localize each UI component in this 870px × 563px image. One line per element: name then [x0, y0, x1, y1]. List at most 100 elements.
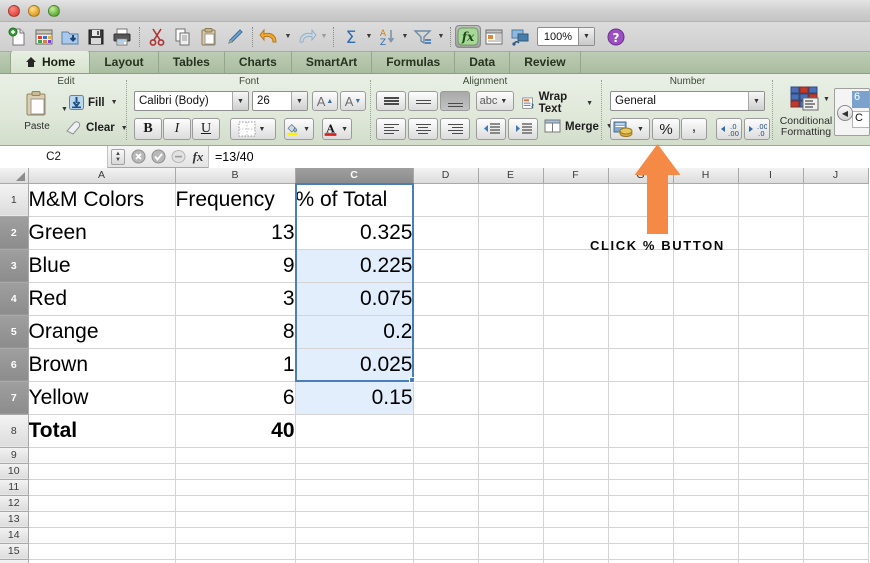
cell-c13[interactable]: [295, 511, 414, 528]
cell-c5[interactable]: 0.2: [295, 315, 414, 349]
cell-g10[interactable]: [608, 463, 674, 480]
tab-review[interactable]: Review: [510, 51, 581, 73]
cell-j9[interactable]: [803, 447, 869, 464]
cell-f9[interactable]: [543, 447, 609, 464]
cell-a14[interactable]: [28, 527, 176, 544]
cell-g1[interactable]: [608, 183, 674, 217]
cell-a16[interactable]: [28, 559, 176, 563]
formula-builder-icon[interactable]: fx: [455, 24, 481, 50]
align-center-button[interactable]: [408, 118, 438, 140]
cell-i2[interactable]: [738, 216, 804, 250]
align-top-button[interactable]: [376, 91, 406, 111]
cell-c1[interactable]: % of Total: [295, 183, 414, 217]
column-header-b[interactable]: B: [175, 168, 296, 184]
cell-b9[interactable]: [175, 447, 296, 464]
cell-a9[interactable]: [28, 447, 176, 464]
cell-f12[interactable]: [543, 495, 609, 512]
row-header-2[interactable]: 2: [0, 216, 29, 250]
font-color-dropdown-caret[interactable]: ▼: [338, 126, 351, 133]
worksheet-grid[interactable]: A B C D E F G H I J 1 M&M Colors Frequen…: [0, 168, 870, 563]
name-box[interactable]: C2: [0, 145, 108, 168]
cell-a6[interactable]: Brown: [28, 348, 176, 382]
row-header-5[interactable]: 5: [0, 315, 29, 349]
cell-c7[interactable]: 0.15: [295, 381, 414, 415]
cell-h12[interactable]: [673, 495, 739, 512]
cell-d7[interactable]: [413, 381, 479, 415]
align-left-button[interactable]: [376, 118, 406, 140]
name-box-stepper[interactable]: ▲ ▼: [111, 148, 125, 165]
gallery-collapse-button[interactable]: ◀: [837, 105, 853, 121]
cell-j6[interactable]: [803, 348, 869, 382]
cell-b2[interactable]: 13: [175, 216, 296, 250]
tab-tables[interactable]: Tables: [159, 51, 225, 73]
fill-dropdown-caret[interactable]: ▼: [108, 99, 121, 106]
cell-e11[interactable]: [478, 479, 544, 496]
zoom-dropdown-caret[interactable]: ▼: [578, 28, 594, 45]
selection-fill-handle[interactable]: [409, 377, 415, 383]
wrap-text-button[interactable]: Wrap Text ▼: [522, 91, 596, 115]
fill-button[interactable]: Fill ▼: [68, 94, 121, 111]
zoom-window-button[interactable]: [48, 5, 60, 17]
cell-i16[interactable]: [738, 559, 804, 563]
cell-h3[interactable]: [673, 249, 739, 283]
new-from-template-icon[interactable]: [31, 24, 57, 50]
cell-g6[interactable]: [608, 348, 674, 382]
cell-h7[interactable]: [673, 381, 739, 415]
cell-b6[interactable]: 1: [175, 348, 296, 382]
cell-e15[interactable]: [478, 543, 544, 560]
filter-icon[interactable]: [410, 24, 436, 50]
row-header-10[interactable]: 10: [0, 463, 29, 480]
cell-a1[interactable]: M&M Colors: [28, 183, 176, 217]
cell-j3[interactable]: [803, 249, 869, 283]
media-browser-icon[interactable]: [507, 24, 533, 50]
row-header-13[interactable]: 13: [0, 511, 29, 528]
cell-h1[interactable]: [673, 183, 739, 217]
cell-j5[interactable]: [803, 315, 869, 349]
cell-e3[interactable]: [478, 249, 544, 283]
cell-h10[interactable]: [673, 463, 739, 480]
redo-icon[interactable]: [293, 24, 319, 50]
increase-indent-button[interactable]: [508, 118, 538, 140]
cell-c3[interactable]: 0.225: [295, 249, 414, 283]
cell-c6[interactable]: 0.025: [295, 348, 414, 382]
cell-e5[interactable]: [478, 315, 544, 349]
cell-j2[interactable]: [803, 216, 869, 250]
cell-e13[interactable]: [478, 511, 544, 528]
cell-e12[interactable]: [478, 495, 544, 512]
cell-f16[interactable]: [543, 559, 609, 563]
cell-b15[interactable]: [175, 543, 296, 560]
font-family-dropdown-caret[interactable]: ▼: [232, 92, 248, 110]
cell-c8[interactable]: [295, 414, 414, 448]
row-header-3[interactable]: 3: [0, 249, 29, 283]
sort-az-icon[interactable]: A Z: [374, 24, 400, 50]
print-icon[interactable]: [109, 24, 135, 50]
cell-g12[interactable]: [608, 495, 674, 512]
orientation-dropdown-caret[interactable]: ▼: [497, 98, 510, 105]
cell-a15[interactable]: [28, 543, 176, 560]
align-bottom-button[interactable]: [440, 91, 470, 111]
cell-c15[interactable]: [295, 543, 414, 560]
save-icon[interactable]: [83, 24, 109, 50]
cell-i11[interactable]: [738, 479, 804, 496]
cell-i1[interactable]: [738, 183, 804, 217]
cell-g7[interactable]: [608, 381, 674, 415]
cell-g14[interactable]: [608, 527, 674, 544]
cell-a13[interactable]: [28, 511, 176, 528]
tab-smartart[interactable]: SmartArt: [292, 51, 373, 73]
cell-a12[interactable]: [28, 495, 176, 512]
font-color-button[interactable]: A ▼: [322, 118, 352, 140]
increase-font-size-button[interactable]: A ▲: [312, 91, 338, 111]
cell-d5[interactable]: [413, 315, 479, 349]
cell-h9[interactable]: [673, 447, 739, 464]
column-header-f[interactable]: F: [543, 168, 609, 184]
font-family-combo[interactable]: Calibri (Body) ▼: [134, 91, 249, 111]
column-header-j[interactable]: J: [803, 168, 869, 184]
cell-g4[interactable]: [608, 282, 674, 316]
cell-h5[interactable]: [673, 315, 739, 349]
select-all-corner[interactable]: [0, 168, 29, 184]
row-header-1[interactable]: 1: [0, 183, 29, 217]
cell-f8[interactable]: [543, 414, 609, 448]
help-icon[interactable]: ?: [603, 24, 629, 50]
font-size-combo[interactable]: 26 ▼: [252, 91, 308, 111]
number-format-dropdown-caret[interactable]: ▼: [748, 92, 764, 110]
